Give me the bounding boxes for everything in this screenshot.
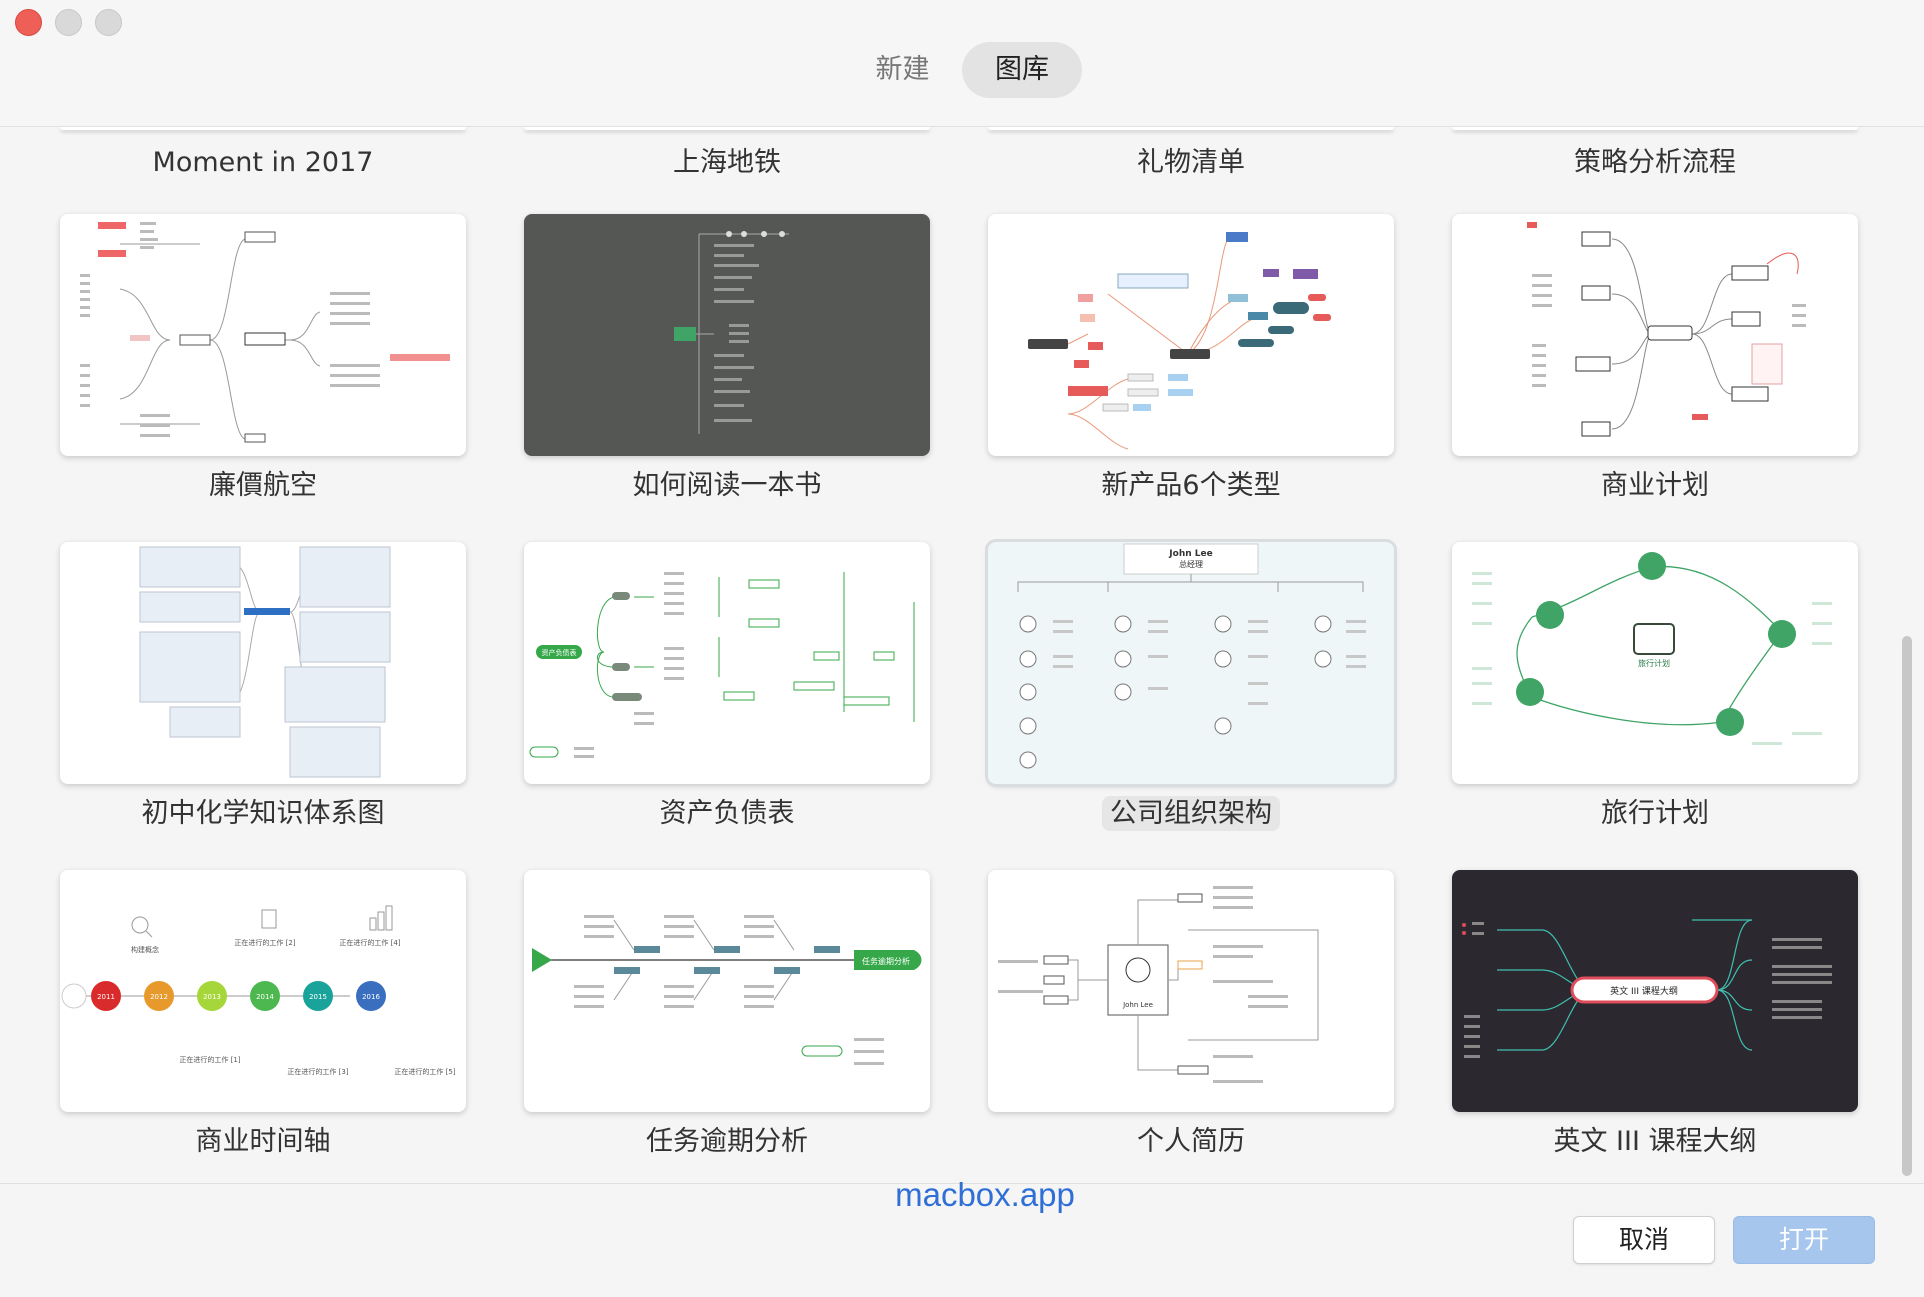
resume-name-label: John Lee [1122,1001,1153,1009]
template-label[interactable]: 商业计划 [1452,466,1858,506]
template-label[interactable]: Moment in 2017 [60,143,466,183]
template-card-business-plan[interactable] [1452,214,1858,456]
mindmap-preview: 旅行计划 [1472,552,1832,745]
watermark: macbox.app [895,1176,1075,1213]
cancel-button[interactable]: 取消 [1573,1216,1715,1264]
template-card-budget-airline[interactable] [60,214,466,456]
fishbone-head-label: 任务逾期分析 [862,956,910,966]
timeline-label-top-3: 正在进行的工作 [4] [339,938,400,947]
template-card-balance-sheet[interactable]: 资产负债表 [524,542,930,784]
org-chart-preview: John Lee 总经理 [1017,543,1366,769]
template-label[interactable]: 如何阅读一本书 [524,466,930,506]
minimize-window-button[interactable] [55,9,82,36]
template-card-partial[interactable] [524,127,930,130]
timeline-year-label: 2013 [203,993,221,1001]
timeline-year-label: 2016 [362,993,380,1001]
template-card-task-overdue[interactable]: 任务逾期分析 [524,870,930,1112]
balance-root-label: 资产负债表 [542,648,577,657]
template-card-chemistry[interactable] [60,542,466,784]
template-gallery: Moment in 2017 上海地铁 礼物清单 策略分析流程 廉價航空 如何阅… [0,127,1924,1183]
timeline-year-label: 2012 [150,993,168,1001]
template-label[interactable]: 策略分析流程 [1452,143,1858,183]
template-label[interactable]: 初中化学知识体系图 [60,794,466,834]
template-label[interactable]: 资产负债表 [524,794,930,834]
timeline-label-bottom-3: 正在进行的工作 [5] [394,1067,455,1076]
template-card-partial[interactable] [1452,127,1858,130]
template-label[interactable]: 商业时间轴 [60,1122,466,1162]
template-label[interactable]: 新产品6个类型 [988,466,1394,506]
org-chart-title: John Lee [1168,549,1212,559]
travel-center-label: 旅行计划 [1638,658,1670,668]
template-card-partial[interactable] [60,127,466,130]
open-button[interactable]: 打开 [1733,1216,1875,1264]
org-chart-subtitle: 总经理 [1179,559,1203,569]
timeline-label-bottom-2: 正在进行的工作 [3] [287,1067,348,1076]
template-label[interactable]: 个人简历 [988,1122,1394,1162]
zoom-window-button[interactable] [95,9,122,36]
template-label[interactable]: 旅行计划 [1452,794,1858,834]
tab-new[interactable]: 新建 [850,42,955,98]
timeline-label-bottom-1: 正在进行的工作 [1] [179,1055,240,1064]
tab-library[interactable]: 图库 [962,42,1082,98]
timeline-year-label: 2014 [256,993,274,1001]
title-bar: 新建 图库 [0,0,1924,127]
template-card-new-product-types[interactable] [988,214,1394,456]
template-card-resume[interactable]: John Lee [988,870,1394,1112]
fishbone-preview: 任务逾期分析 [532,915,922,1065]
template-label[interactable]: 廉價航空 [60,466,466,506]
timeline-label-top-2: 正在进行的工作 [2] [234,938,295,947]
template-card-travel-plan[interactable]: 旅行计划 [1452,542,1858,784]
selected-template-name: 公司组织架构 [1102,796,1280,831]
syllabus-center-label: 英文 III 课程大纲 [1610,985,1678,997]
template-label[interactable]: 上海地铁 [524,143,930,183]
mindmap-preview [139,546,391,778]
mindmap-preview: 英文 III 课程大纲 [1462,919,1832,1058]
template-label[interactable]: 礼物清单 [988,143,1394,183]
timeline-year-label: 2011 [97,993,115,1001]
template-label-selected[interactable]: 公司组织架构 [988,794,1394,834]
mindmap-preview [80,222,450,443]
template-label[interactable]: 任务逾期分析 [524,1122,930,1162]
template-card-org-chart[interactable]: John Lee 总经理 [988,542,1394,784]
template-card-syllabus[interactable]: 英文 III 课程大纲 [1452,870,1858,1112]
mindmap-preview [1028,232,1331,450]
template-label[interactable]: 英文 III 课程大纲 [1452,1122,1858,1162]
template-card-partial[interactable] [988,127,1394,130]
mindmap-preview: John Lee [998,886,1319,1083]
vertical-scrollbar[interactable] [1902,636,1912,1176]
template-card-timeline[interactable]: 2011 2012 2013 2014 2015 2016 构建概念 正在进行的工作 [2… [60,870,466,1112]
close-window-button[interactable] [15,9,42,36]
timeline-label-top-1: 构建概念 [131,945,159,954]
mindmap-preview [674,231,789,434]
timeline-year-label: 2015 [309,993,327,1001]
mindmap-preview [1527,222,1806,437]
timeline-preview: 2011 2012 2013 2014 2015 2016 构建概念 正在进行的工作 [2… [61,905,456,1076]
mindmap-preview: 资产负债表 [529,572,915,758]
template-card-how-to-read[interactable] [524,214,930,456]
